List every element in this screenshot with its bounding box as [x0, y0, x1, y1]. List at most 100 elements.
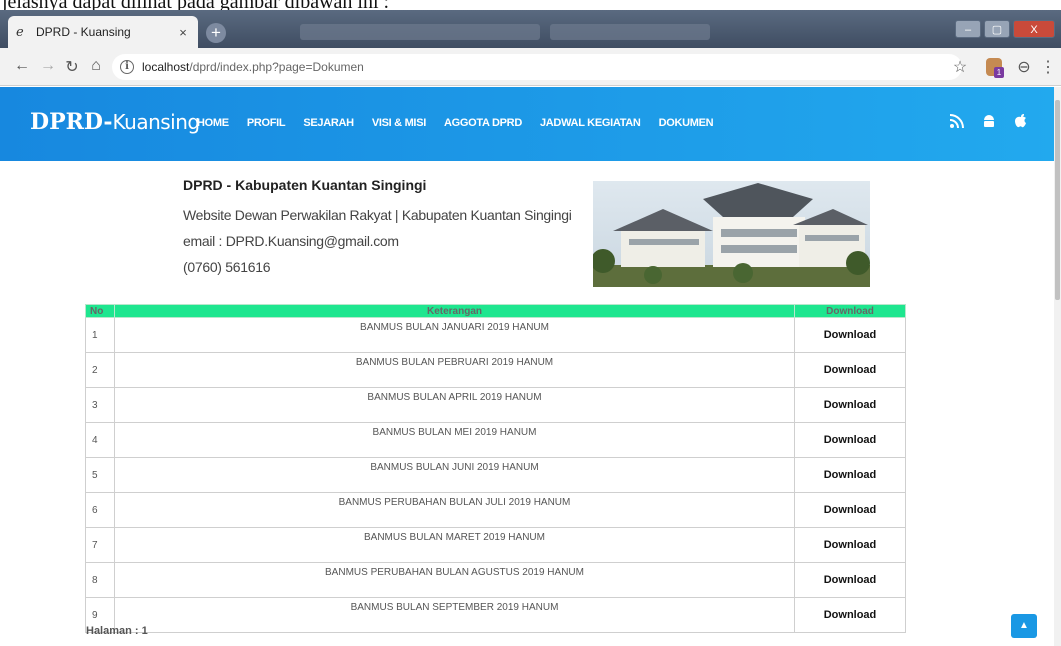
nav-dokumen[interactable]: DOKUMEN [659, 117, 714, 129]
site-info-email: email : DPRD.Kuansing@gmail.com [183, 233, 399, 249]
row-description: BANMUS BULAN MEI 2019 HANUM [114, 422, 795, 458]
row-description: BANMUS BULAN MARET 2019 HANUM [114, 527, 795, 563]
scrollbar-thumb[interactable] [1055, 100, 1060, 300]
download-link-cell: Download [794, 527, 906, 563]
row-number: 6 [85, 492, 115, 528]
table-row: 7 BANMUS BULAN MARET 2019 HANUM Download [85, 527, 906, 563]
back-arrow-icon[interactable]: ← [12, 57, 32, 75]
browser-tab[interactable]: e DPRD - Kuansing × [8, 16, 198, 48]
new-tab-button[interactable]: + [206, 23, 226, 43]
extension-badge: 1 [994, 67, 1004, 78]
table-row: 5 BANMUS BULAN JUNI 2019 HANUM Download [85, 457, 906, 493]
download-link-cell: Download [794, 562, 906, 598]
table-row: 2 BANMUS BULAN PEBRUARI 2019 HANUM Downl… [85, 352, 906, 388]
close-window-button[interactable]: X [1013, 20, 1055, 38]
table-row: 1 BANMUS BULAN JANUARI 2019 HANUM Downlo… [85, 317, 906, 353]
download-link[interactable]: Download [824, 434, 877, 446]
site-info-icon[interactable]: i [120, 60, 134, 74]
table-header-row: No Keterangan Download [85, 304, 906, 318]
row-number: 8 [85, 562, 115, 598]
table-row: 3 BANMUS BULAN APRIL 2019 HANUM Download [85, 387, 906, 423]
url-host: localhost [142, 60, 190, 74]
download-link[interactable]: Download [824, 539, 877, 551]
download-link-cell: Download [794, 317, 906, 353]
table-row: 9 BANMUS BULAN SEPTEMBER 2019 HANUM Down… [85, 597, 906, 633]
address-bar[interactable]: i localhost/dprd/index.php?page=Dokumen [112, 54, 962, 80]
download-link-cell: Download [794, 387, 906, 423]
row-number: 3 [85, 387, 115, 423]
site-logo[interactable]: DPRD-Kuansing [30, 109, 200, 135]
column-header-no: No [85, 304, 115, 318]
home-icon[interactable]: ⌂ [86, 57, 106, 75]
row-number: 2 [85, 352, 115, 388]
brand-light: Kuansing [112, 110, 201, 134]
download-link[interactable]: Download [824, 609, 877, 621]
download-link[interactable]: Download [824, 469, 877, 481]
column-header-download: Download [794, 304, 906, 318]
tab-title: DPRD - Kuansing [36, 25, 131, 39]
download-link-cell: Download [794, 422, 906, 458]
download-link-cell: Download [794, 352, 906, 388]
download-link-cell: Download [794, 597, 906, 633]
nav-home[interactable]: HOME [197, 117, 229, 129]
download-link[interactable]: Download [824, 574, 877, 586]
row-description: BANMUS PERUBAHAN BULAN AGUSTUS 2019 HANU… [114, 562, 795, 598]
row-number: 5 [85, 457, 115, 493]
reload-icon[interactable]: ↻ [62, 57, 82, 77]
row-description: BANMUS BULAN JANUARI 2019 HANUM [114, 317, 795, 353]
nav-jadwal-kegiatan[interactable]: JADWAL KEGIATAN [540, 117, 641, 129]
row-description: BANMUS BULAN APRIL 2019 HANUM [114, 387, 795, 423]
rss-icon[interactable] [948, 113, 966, 134]
profile-icon[interactable]: ⊖ [1014, 57, 1034, 77]
column-header-keterangan: Keterangan [114, 304, 795, 318]
row-number: 7 [85, 527, 115, 563]
apple-icon[interactable] [1012, 113, 1030, 134]
download-link[interactable]: Download [824, 504, 877, 516]
site-info-subtitle: Website Dewan Perwakilan Rakyat | Kabupa… [183, 207, 572, 223]
forward-arrow-icon[interactable]: → [38, 57, 58, 75]
site-info-phone: (0760) 561616 [183, 259, 271, 275]
table-row: 6 BANMUS PERUBAHAN BULAN JULI 2019 HANUM… [85, 492, 906, 528]
row-description: BANMUS PERUBAHAN BULAN JULI 2019 HANUM [114, 492, 795, 528]
site-info-title: DPRD - Kabupaten Kuantan Singingi [183, 177, 427, 193]
download-link[interactable]: Download [824, 329, 877, 341]
table-row: 4 BANMUS BULAN MEI 2019 HANUM Download [85, 422, 906, 458]
maximize-button[interactable]: ▢ [984, 20, 1010, 38]
site-info-block: DPRD - Kabupaten Kuantan Singingi Websit… [183, 177, 572, 277]
menu-kebab-icon[interactable]: ⋮ [1038, 57, 1058, 77]
download-link-cell: Download [794, 492, 906, 528]
table-row: 8 BANMUS PERUBAHAN BULAN AGUSTUS 2019 HA… [85, 562, 906, 598]
nav-profil[interactable]: PROFIL [247, 117, 286, 129]
bookmark-star-icon[interactable]: ☆ [950, 57, 970, 77]
row-description: BANMUS BULAN SEPTEMBER 2019 HANUM [114, 597, 795, 633]
ie-favicon-icon: e [16, 24, 24, 40]
browser-tabstrip: e DPRD - Kuansing × + – ▢ X [0, 10, 1061, 48]
download-link[interactable]: Download [824, 399, 877, 411]
browser-toolbar: ← → ↻ ⌂ i localhost/dprd/index.php?page=… [0, 48, 1061, 86]
background-window-tab [300, 24, 540, 40]
site-header: DPRD-Kuansing HOME PROFIL SEJARAH VISI &… [0, 87, 1054, 161]
row-description: BANMUS BULAN JUNI 2019 HANUM [114, 457, 795, 493]
row-number: 4 [85, 422, 115, 458]
download-link[interactable]: Download [824, 364, 877, 376]
brand-bold: DPRD- [30, 109, 113, 135]
background-window-tab [550, 24, 710, 40]
android-icon[interactable] [980, 113, 998, 134]
site-nav: HOME PROFIL SEJARAH VISI & MISI AGGOTA D… [197, 117, 731, 129]
nav-anggota-dprd[interactable]: AGGOTA DPRD [444, 117, 522, 129]
tab-close-icon[interactable]: × [176, 25, 190, 40]
header-social-icons [948, 113, 1030, 134]
pagination-label: Halaman : 1 [86, 625, 148, 637]
documents-table: No Keterangan Download 1 BANMUS BULAN JA… [85, 304, 906, 633]
row-description: BANMUS BULAN PEBRUARI 2019 HANUM [114, 352, 795, 388]
scroll-to-top-button[interactable]: ▲ [1011, 614, 1037, 638]
chevron-up-icon: ▲ [1019, 620, 1029, 631]
page-viewport: DPRD-Kuansing HOME PROFIL SEJARAH VISI &… [0, 87, 1054, 646]
url-text: localhost/dprd/index.php?page=Dokumen [142, 60, 364, 74]
nav-visi-misi[interactable]: VISI & MISI [372, 117, 426, 129]
nav-sejarah[interactable]: SEJARAH [303, 117, 354, 129]
minimize-button[interactable]: – [955, 20, 981, 38]
url-path: /dprd/index.php?page=Dokumen [189, 60, 364, 74]
building-photo [593, 181, 870, 287]
row-number: 1 [85, 317, 115, 353]
